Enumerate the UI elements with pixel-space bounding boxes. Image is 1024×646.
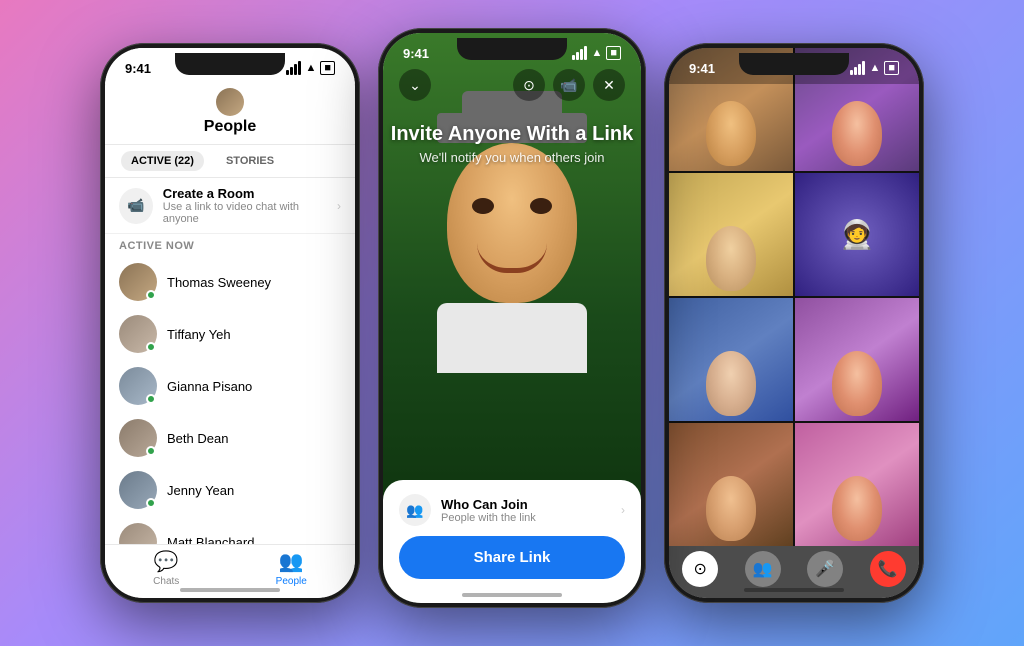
list-item[interactable]: Beth Dean [105,412,355,464]
top-right-controls: ⊙ 📹 ✕ [513,69,625,101]
invite-subtitle: We'll notify you when others join [383,150,641,165]
battery-icon-3: ■ [884,61,899,75]
video-cell-7 [669,423,793,546]
phone-1: 9:41 ▲ ■ People ACT [100,43,360,603]
status-icons-1: ▲ ■ [286,61,335,75]
phone-2: 9:41 ▲ ■ ⌄ [378,28,646,608]
wifi-icon-2: ▲ [591,47,602,59]
avatar [119,419,157,457]
chats-icon: 💬 [154,549,179,574]
video-cell-5 [669,298,793,421]
chevron-right-icon: › [337,199,341,213]
video-call-controls: ⊙ 👥 🎤 📞 [669,546,919,598]
p1-header: People [105,84,355,145]
person-name: Gianna Pisano [167,379,252,394]
who-can-join-row[interactable]: 👥 Who Can Join People with the link › [399,494,625,526]
list-item[interactable]: Tiffany Yeh [105,308,355,360]
time-2: 9:41 [403,46,429,61]
list-item[interactable]: Jenny Yean [105,464,355,516]
chevron-right-icon-2: › [621,503,625,517]
mic-button[interactable]: 🎤 [807,551,843,587]
video-cell-3 [669,173,793,296]
status-icons-2: ▲ ■ [572,46,621,60]
tab-people[interactable]: 👥 People [276,549,307,587]
back-button[interactable]: ⌄ [399,69,431,101]
tab-stories[interactable]: STORIES [216,151,284,171]
join-icon: 👥 [399,494,431,526]
flip-camera-button[interactable]: ⊙ [682,551,718,587]
video-cell-4: 🧑‍🚀 [795,173,919,296]
signal-icon [286,61,301,75]
phone-3: 9:41 ▲ ■ [664,43,924,603]
wifi-icon: ▲ [305,62,316,74]
video-controls-top: ⌄ ⊙ 📹 ✕ [383,69,641,101]
tab-active[interactable]: ACTIVE (22) [121,151,204,171]
notch-3 [739,53,849,75]
signal-icon-3 [850,61,865,75]
active-now-label: ACTIVE NOW [105,234,355,256]
tab-chats[interactable]: 💬 Chats [153,549,179,587]
video-cell-8 [795,423,919,546]
avatar [119,367,157,405]
person-name: Jenny Yean [167,483,234,498]
battery-icon-2: ■ [606,46,621,60]
person-name: Tiffany Yeh [167,327,231,342]
avatar [119,471,157,509]
create-room-label: Create a Room [163,186,327,201]
video-cell-6 [795,298,919,421]
user-avatar-small [216,88,244,116]
home-indicator-1 [180,588,280,592]
video-call-screen: 9:41 ▲ ■ [669,48,919,598]
person-name: Beth Dean [167,431,228,446]
notch-2 [457,38,567,60]
online-indicator [146,498,156,508]
create-room-item[interactable]: 📹 Create a Room Use a link to video chat… [105,178,355,234]
home-indicator-2 [462,593,562,597]
battery-icon: ■ [320,61,335,75]
video-toggle-button[interactable]: 📹 [553,69,585,101]
phone-2-screen: 9:41 ▲ ■ ⌄ [383,33,641,603]
list-item[interactable]: Thomas Sweeney [105,256,355,308]
avatar [119,263,157,301]
invite-bottom-panel: 👥 Who Can Join People with the link › Sh… [383,480,641,603]
phone-1-screen: 9:41 ▲ ■ People ACT [105,48,355,598]
invite-title: Invite Anyone With a Link [383,123,641,146]
tab-chats-label: Chats [153,576,179,587]
create-room-icon: 📹 [119,188,153,224]
share-link-button[interactable]: Share Link [399,536,625,579]
online-indicator [146,446,156,456]
avatar [119,315,157,353]
end-call-button[interactable]: 📞 [870,551,906,587]
online-indicator [146,290,156,300]
invite-text-overlay: Invite Anyone With a Link We'll notify y… [383,123,641,165]
wifi-icon-3: ▲ [869,62,880,74]
list-item[interactable]: Gianna Pisano [105,360,355,412]
online-indicator [146,342,156,352]
people-icon: 👥 [279,549,304,574]
signal-icon-2 [572,46,587,60]
video-background: 9:41 ▲ ■ ⌄ [383,33,641,603]
who-can-join-label: Who Can Join [441,497,536,512]
phone-3-screen: 9:41 ▲ ■ [669,48,919,598]
close-button[interactable]: ✕ [593,69,625,101]
who-can-join-sublabel: People with the link [441,512,536,524]
create-room-sublabel: Use a link to video chat with anyone [163,201,327,225]
page-title: People [105,118,355,136]
video-grid: 🧑‍🚀 [669,48,919,546]
online-indicator [146,394,156,404]
camera-flip-button[interactable]: ⊙ [513,69,545,101]
notch-1 [175,53,285,75]
p1-tabs: ACTIVE (22) STORIES [105,145,355,178]
tab-people-label: People [276,576,307,587]
phones-container: 9:41 ▲ ■ People ACT [70,0,954,646]
time-1: 9:41 [125,61,151,76]
participants-button[interactable]: 👥 [745,551,781,587]
person-name: Thomas Sweeney [167,275,271,290]
time-3: 9:41 [689,61,715,76]
